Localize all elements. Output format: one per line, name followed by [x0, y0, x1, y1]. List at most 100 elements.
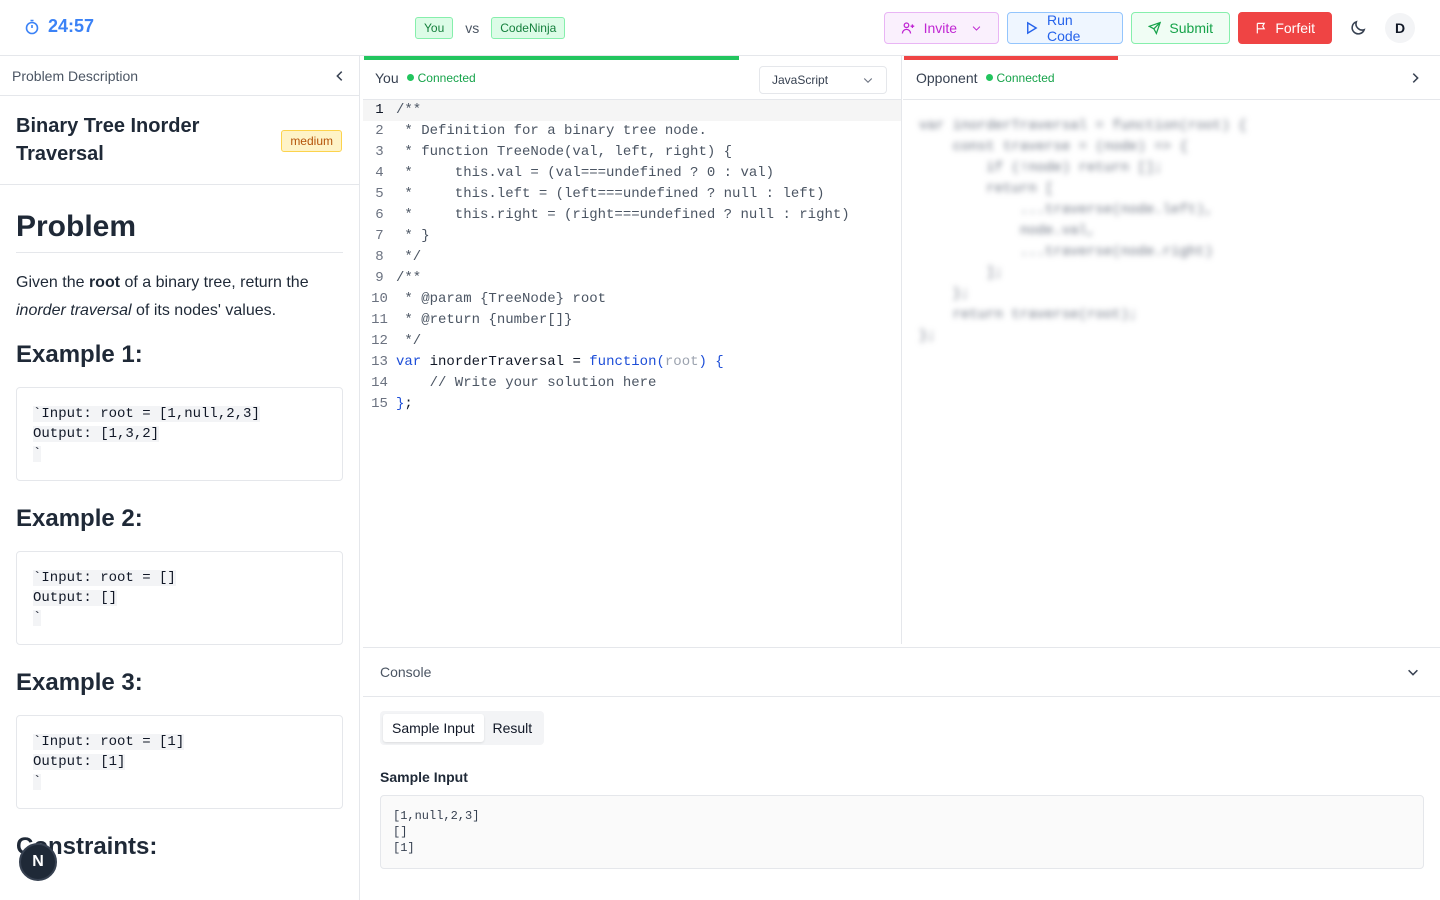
problem-panel: Problem Description Binary Tree Inorder … [0, 56, 360, 900]
code-text: // Write your solution here [396, 375, 657, 391]
statement-text: of its nodes' values. [131, 302, 277, 319]
line-number: 7 [375, 228, 384, 244]
invite-label: Invite [923, 20, 958, 36]
forfeit-label: Forfeit [1275, 20, 1315, 36]
top-bar: 24:57 You vs CodeNinja Invite Run Code S… [0, 0, 1440, 56]
player-opponent-badge: CodeNinja [491, 17, 566, 39]
statement-bold: root [88, 274, 121, 291]
your-progress-bar [364, 56, 739, 60]
line-number: 6 [375, 207, 384, 223]
editor-header: You Connected JavaScript [363, 56, 901, 100]
vs-label: vs [465, 20, 480, 36]
code-area[interactable]: 1 /** 2 * Definition for a binary tree nod… [363, 100, 901, 415]
send-icon [1148, 21, 1162, 36]
console-header[interactable]: Console [363, 648, 1440, 697]
line-number: 12 [371, 333, 388, 349]
run-code-label: Run Code [1046, 12, 1081, 44]
chevron-right-icon[interactable] [1408, 71, 1422, 85]
timer-value: 24:57 [48, 16, 95, 36]
line-number: 14 [371, 375, 388, 391]
statement-text: of a binary tree, return the [120, 274, 309, 291]
line-number: 15 [371, 396, 388, 412]
code-line[interactable]: 2 * Definition for a binary tree node. [363, 121, 901, 142]
example-code-block: `Input: root = [1,null,2,3] Output: [1,3… [16, 387, 343, 481]
opponent-connection-status: Connected [985, 70, 1055, 85]
line-number: 10 [371, 291, 388, 307]
example-input: Input: root = [1] [41, 734, 185, 750]
console-title: Console [380, 664, 432, 680]
constraints-heading: Constraints: [16, 833, 158, 860]
tab-sample-input[interactable]: Sample Input [383, 714, 484, 742]
tab-result[interactable]: Result [484, 714, 542, 742]
chevron-down-icon[interactable] [1406, 665, 1420, 679]
code-line[interactable]: 15}; [363, 394, 901, 415]
player-you-badge: You [415, 17, 454, 39]
run-code-button[interactable]: Run Code [1007, 12, 1123, 44]
code-line[interactable]: 8 */ [363, 247, 901, 268]
status-text: Connected [996, 70, 1055, 85]
example-output: Output: [] [33, 590, 118, 606]
submit-button[interactable]: Submit [1131, 12, 1230, 44]
code-line[interactable]: 9 /** [363, 268, 901, 289]
code-line[interactable]: 1 /** [363, 100, 901, 121]
connection-status: Connected [406, 71, 476, 85]
code-text: }; [396, 396, 413, 412]
example-heading: Example 2: [16, 505, 143, 532]
status-dot [985, 74, 993, 81]
code-line[interactable]: 7 * } [363, 226, 901, 247]
statement-text: Given the [16, 274, 89, 291]
code-line[interactable]: 14 // Write your solution here [363, 373, 901, 394]
play-icon [1027, 21, 1038, 35]
code-text: */ [396, 249, 422, 265]
line-number: 4 [375, 165, 384, 181]
problem-statement: Given the root of a binary tree, return … [16, 269, 343, 325]
problem-panel-header: Problem Description [0, 56, 359, 96]
sample-input-label: Sample Input [380, 769, 468, 785]
line-number: 5 [375, 186, 384, 202]
language-select[interactable]: JavaScript [759, 66, 887, 94]
example-input: Input: root = [] [41, 570, 176, 586]
code-line[interactable]: 3 * function TreeNode(val, left, right) … [363, 142, 901, 163]
example-output: Output: [1,3,2] [33, 426, 160, 442]
timer: 24:57 [24, 16, 94, 37]
editor-player-label: You [375, 69, 399, 86]
line-number: 9 [375, 270, 384, 286]
chevron-down-icon [972, 26, 981, 31]
code-text: * @return {number[]} [396, 312, 573, 328]
forfeit-button[interactable]: Forfeit [1238, 12, 1332, 44]
code-text: */ [396, 333, 422, 349]
code-text: var inorderTraversal = function(root) { [396, 354, 724, 370]
line-number: 1 [375, 102, 384, 118]
sample-input-field[interactable]: [1,null,2,3] [] [1] [380, 795, 1424, 869]
avatar[interactable]: D [1385, 13, 1415, 43]
problem-title: Binary Tree Inorder Traversal [16, 115, 200, 165]
code-line[interactable]: 11 * @return {number[]} [363, 310, 901, 331]
code-text: /** [396, 102, 422, 118]
code-line[interactable]: 5 * this.left = (left===undefined ? null… [363, 184, 901, 205]
problem-panel-title: Problem Description [12, 67, 139, 84]
code-line[interactable]: 12 */ [363, 331, 901, 352]
code-editor-panel: You Connected JavaScript 1 /** 2 * Definit… [363, 56, 902, 644]
add-user-icon [901, 22, 915, 34]
invite-button[interactable]: Invite [884, 12, 999, 44]
code-line[interactable]: 13 var inorderTraversal = function(root) … [363, 352, 901, 373]
code-line[interactable]: 10 * @param {TreeNode} root [363, 289, 901, 310]
code-text: * this.right = (right===undefined ? null… [396, 207, 850, 223]
example-code-block: `Input: root = [1] Output: [1] ` [16, 715, 343, 809]
chevron-left-icon[interactable] [333, 69, 347, 83]
example-output: Output: [1] [33, 754, 126, 770]
opponent-panel: Opponent Connected var inorderTraversal … [903, 56, 1440, 644]
example-input: Input: root = [1,null,2,3] [41, 406, 260, 422]
language-value: JavaScript [772, 73, 829, 87]
code-line[interactable]: 6 * this.right = (right===undefined ? nu… [363, 205, 901, 226]
moon-icon[interactable] [1349, 19, 1367, 37]
next-badge[interactable]: N [19, 843, 57, 881]
stopwatch-icon [25, 19, 39, 34]
problem-title-row: Binary Tree Inorder Traversal medium [0, 96, 359, 185]
matchup: You vs CodeNinja [415, 17, 566, 39]
console-tabs: Sample Input Result [380, 711, 545, 745]
code-text: * } [396, 228, 430, 244]
example-heading: Example 3: [16, 669, 143, 696]
code-line[interactable]: 4 * this.val = (val===undefined ? 0 : va… [363, 163, 901, 184]
code-text: * function TreeNode(val, left, right) { [396, 144, 733, 160]
